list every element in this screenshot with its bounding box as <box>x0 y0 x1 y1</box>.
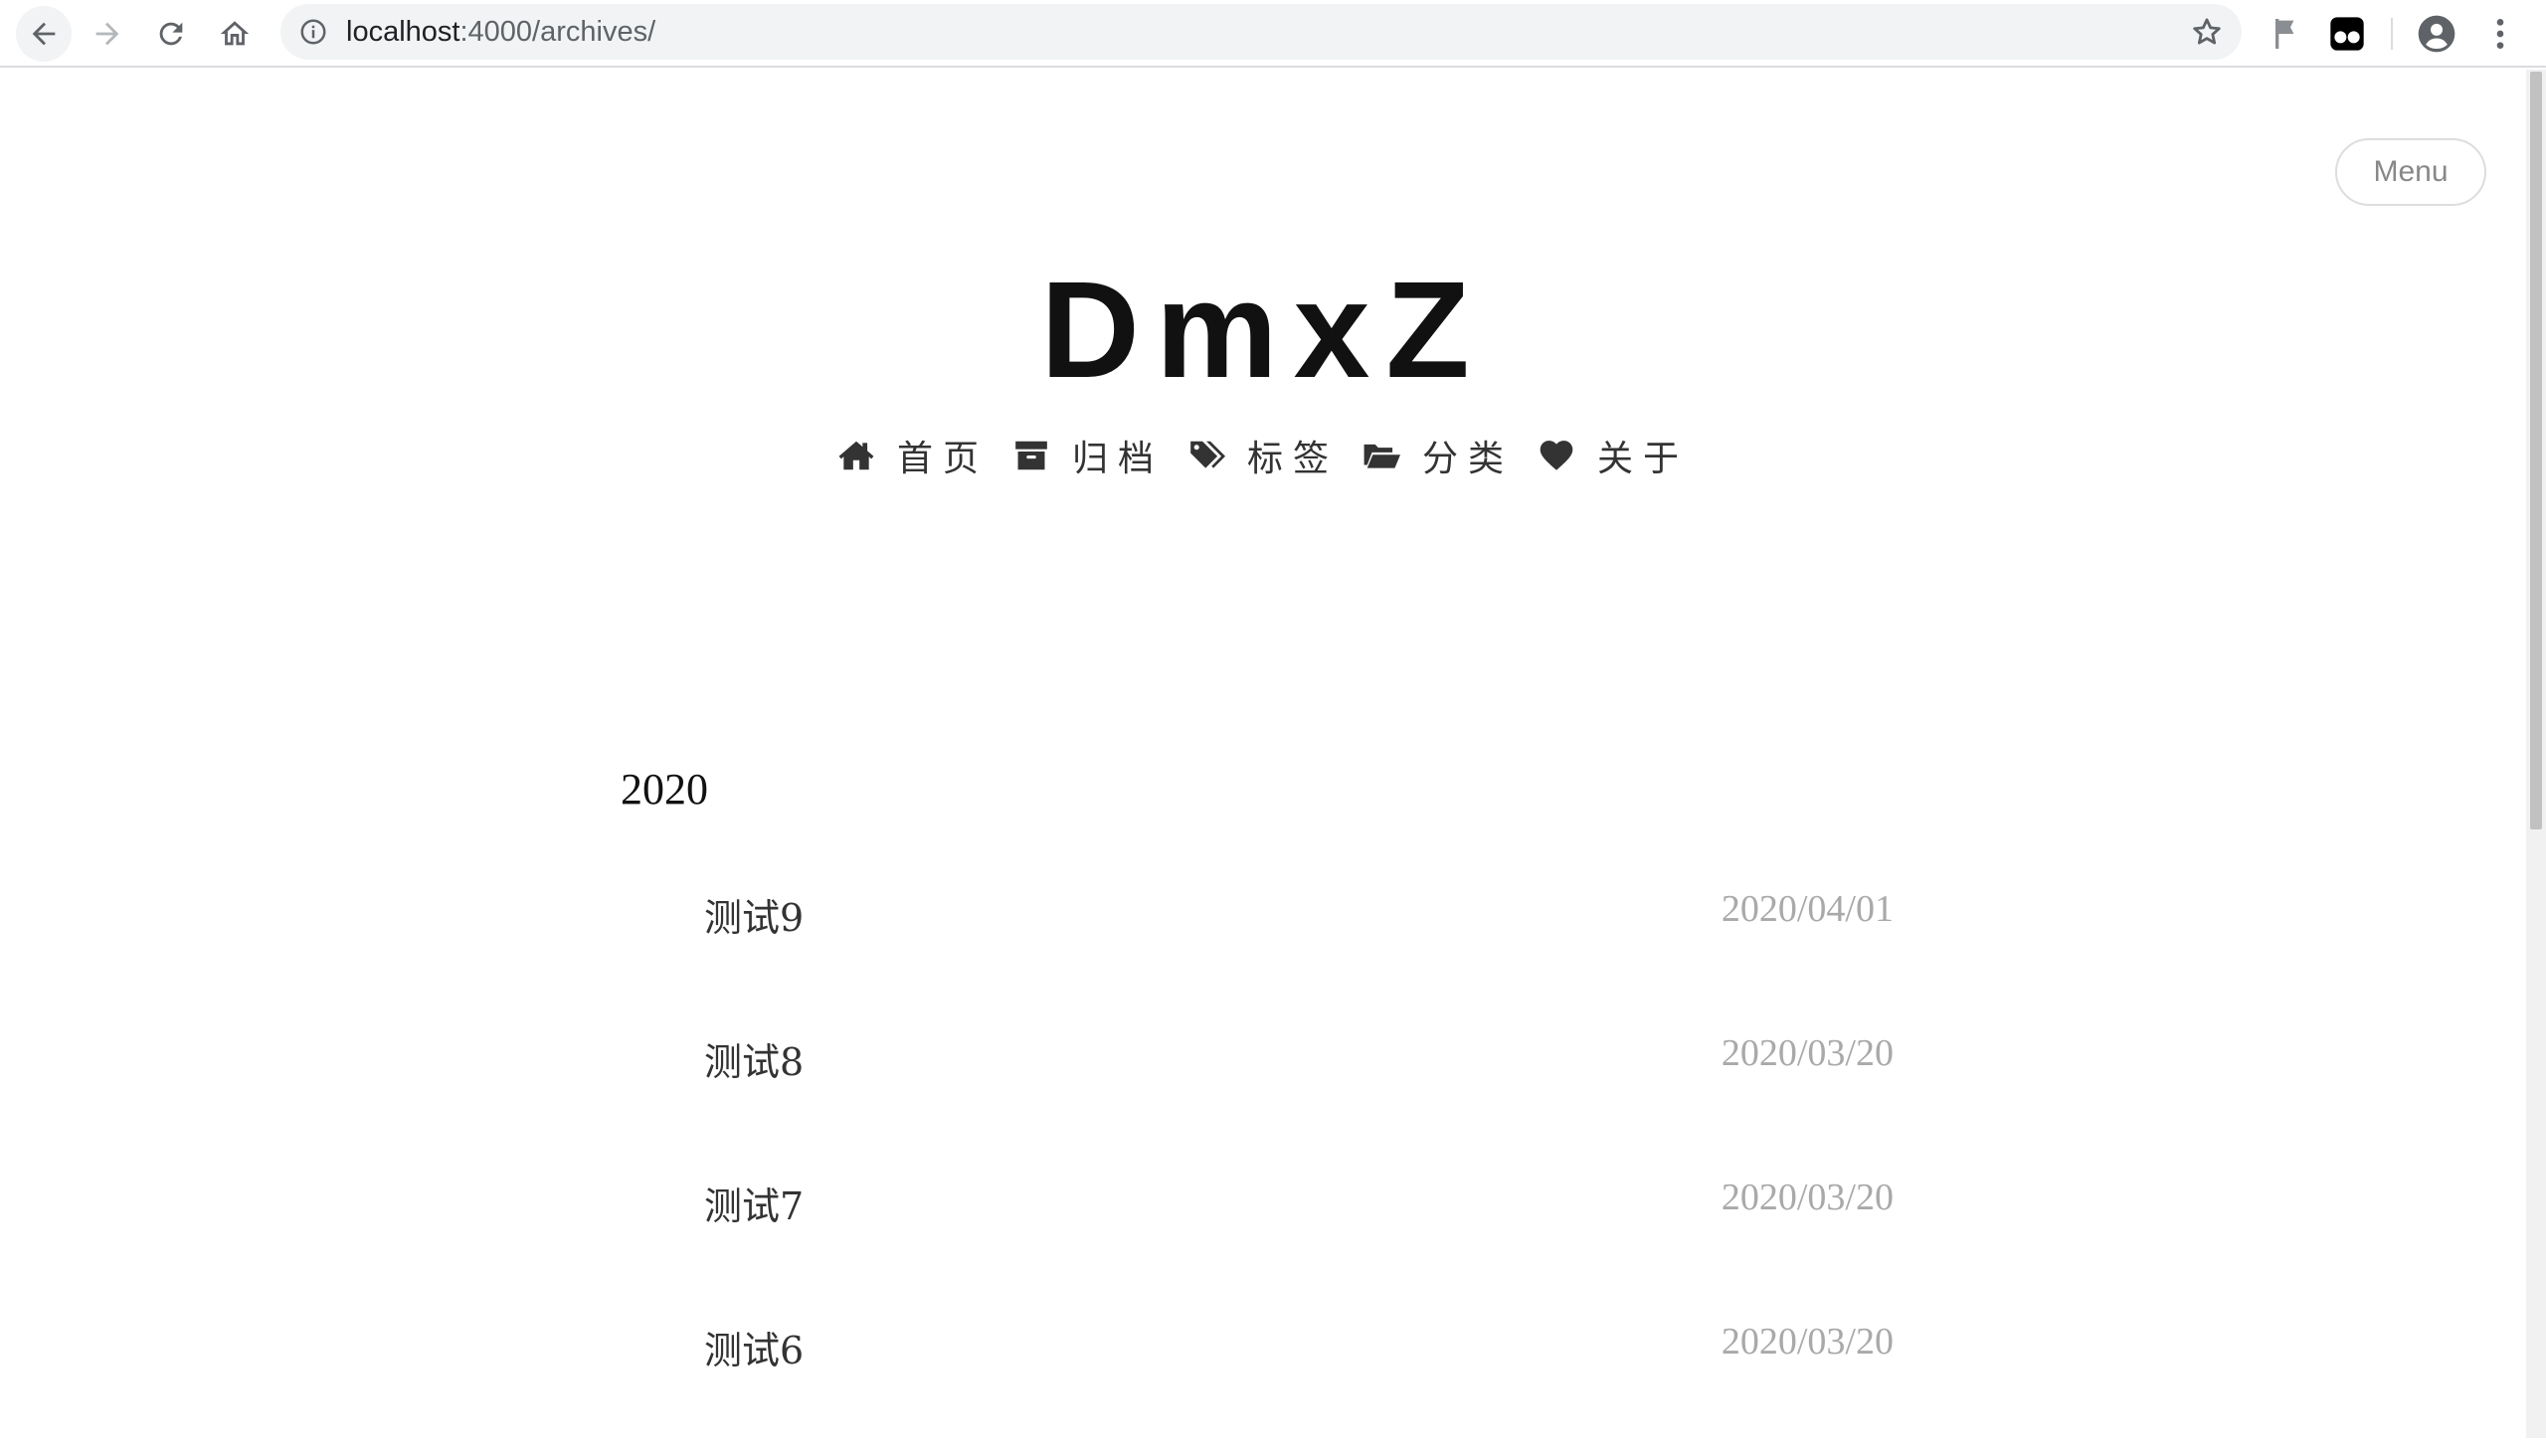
browser-toolbar: localhost:4000/archives/ <box>0 0 2546 68</box>
archive-year: 2020 <box>621 765 708 814</box>
scrollbar-thumb[interactable] <box>2530 72 2542 829</box>
post-date: 2020/04/01 <box>1721 888 1894 930</box>
list-item: 测试7 2020/03/20 <box>704 1168 1894 1312</box>
home-icon <box>838 441 874 470</box>
nav-item-home[interactable]: 首页 <box>837 430 989 481</box>
post-list: 测试9 2020/04/01 测试8 2020/03/20 测试7 2020/0… <box>704 879 1894 1456</box>
nav-label: 分类 <box>1422 439 1515 479</box>
site-nav: 首页 归档 标签 分类 关于 <box>0 430 2526 481</box>
site-title[interactable]: DmxZ <box>0 251 2526 410</box>
post-title-link[interactable]: 测试8 <box>704 1031 804 1086</box>
address-bar[interactable]: localhost:4000/archives/ <box>280 4 2242 60</box>
nav-label: 归档 <box>1071 439 1164 479</box>
post-date: 2020/03/20 <box>1721 1032 1894 1074</box>
profile-avatar-icon[interactable] <box>2417 14 2456 54</box>
nav-label: 关于 <box>1597 439 1690 479</box>
info-icon[interactable] <box>298 17 328 47</box>
url-text: localhost:4000/archives/ <box>346 17 655 47</box>
home-button[interactable] <box>207 6 263 62</box>
star-icon[interactable] <box>2190 15 2224 49</box>
nav-item-archive[interactable]: 归档 <box>1012 430 1164 481</box>
nav-label: 标签 <box>1246 439 1339 479</box>
list-item: 测试8 2020/03/20 <box>704 1023 1894 1168</box>
reload-icon <box>159 22 183 46</box>
post-title-link[interactable]: 测试6 <box>704 1320 804 1374</box>
reload-button[interactable] <box>143 6 199 62</box>
nav-item-tags[interactable]: 标签 <box>1187 430 1339 481</box>
archive-icon <box>1015 441 1047 470</box>
home-outline-icon <box>220 21 250 46</box>
nav-item-about[interactable]: 关于 <box>1538 430 1689 481</box>
tampermonkey-icon[interactable] <box>2327 14 2367 54</box>
url-path: :4000/archives/ <box>459 16 656 48</box>
post-date: 2020/03/20 <box>1721 1321 1894 1363</box>
list-item: 测试6 2020/03/20 <box>704 1312 1894 1456</box>
toolbar-separator <box>2391 18 2393 50</box>
list-item: 测试9 2020/04/01 <box>704 879 1894 1023</box>
nav-item-categories[interactable]: 分类 <box>1363 430 1514 481</box>
flag-icon[interactable] <box>2266 14 2305 54</box>
url-host: localhost <box>346 16 460 48</box>
kebab-menu-icon[interactable] <box>2480 14 2520 54</box>
forward-button[interactable] <box>80 6 135 62</box>
heart-icon <box>1540 441 1573 470</box>
post-title-link[interactable]: 测试7 <box>704 1176 804 1230</box>
arrow-left-icon <box>32 22 56 46</box>
folder-open-icon <box>1364 444 1400 468</box>
tags-icon <box>1190 441 1225 468</box>
post-title-link[interactable]: 测试9 <box>704 887 804 942</box>
back-button[interactable] <box>16 6 72 62</box>
arrow-right-icon <box>95 22 119 46</box>
post-date: 2020/03/20 <box>1721 1177 1894 1218</box>
nav-label: 首页 <box>896 439 989 479</box>
menu-button[interactable]: Menu <box>2335 138 2486 206</box>
